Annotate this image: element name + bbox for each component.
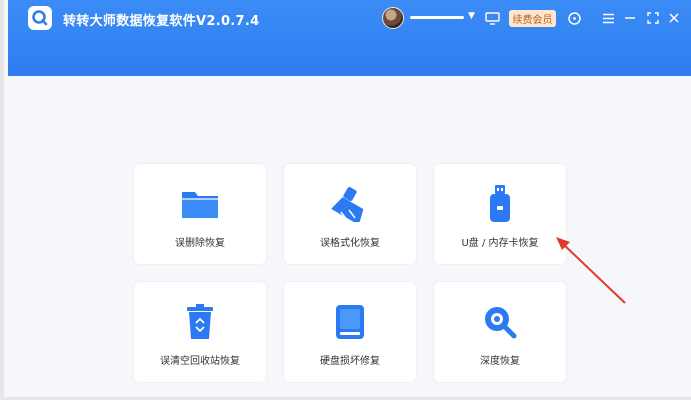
folder-icon (134, 184, 266, 224)
card-deep-recovery[interactable]: 深度恢复 (434, 282, 566, 382)
card-disk-repair[interactable]: 硬盘损坏修复 (284, 282, 416, 382)
fullscreen-icon[interactable] (645, 10, 661, 26)
support-icon[interactable] (566, 10, 582, 26)
card-deleted-recovery[interactable]: 误删除恢复 (134, 164, 266, 264)
monitor-icon[interactable] (484, 10, 500, 26)
title-bar: 转转大师数据恢复软件V2.0.7.4 ▼ 续费会员 (8, 0, 691, 76)
app-window: 转转大师数据恢复软件V2.0.7.4 ▼ 续费会员 误删除恢复 误格式化恢复 U… (0, 0, 691, 400)
chevron-down-icon[interactable]: ▼ (468, 11, 475, 21)
close-icon[interactable] (666, 10, 682, 26)
app-title: 转转大师数据恢复软件V2.0.7.4 (63, 14, 260, 29)
minimize-icon[interactable] (622, 10, 638, 26)
card-recycle-bin-recovery[interactable]: 误清空回收站恢复 (134, 282, 266, 382)
hard-disk-icon (284, 302, 416, 342)
user-avatar[interactable] (382, 7, 404, 29)
card-label: 误删除恢复 (175, 238, 225, 249)
broom-icon (284, 184, 416, 224)
card-label: 误清空回收站恢复 (160, 356, 240, 367)
recycle-bin-icon (134, 302, 266, 342)
app-logo-icon (28, 6, 52, 30)
usb-drive-icon (434, 184, 566, 224)
card-format-recovery[interactable]: 误格式化恢复 (284, 164, 416, 264)
card-label: 硬盘损坏修复 (320, 356, 380, 367)
magnifier-icon (434, 302, 566, 342)
renew-membership-button[interactable]: 续费会员 (509, 10, 556, 27)
card-label: 深度恢复 (480, 356, 520, 367)
menu-icon[interactable] (600, 10, 616, 26)
card-label: 误格式化恢复 (320, 238, 380, 249)
username-placeholder[interactable] (410, 16, 464, 19)
card-label: U盘 / 内存卡恢复 (461, 238, 539, 249)
main-content: 误删除恢复 误格式化恢复 U盘 / 内存卡恢复 误清空回收站恢复 硬盘损坏修复 … (8, 76, 691, 397)
card-usb-recovery[interactable]: U盘 / 内存卡恢复 (434, 164, 566, 264)
